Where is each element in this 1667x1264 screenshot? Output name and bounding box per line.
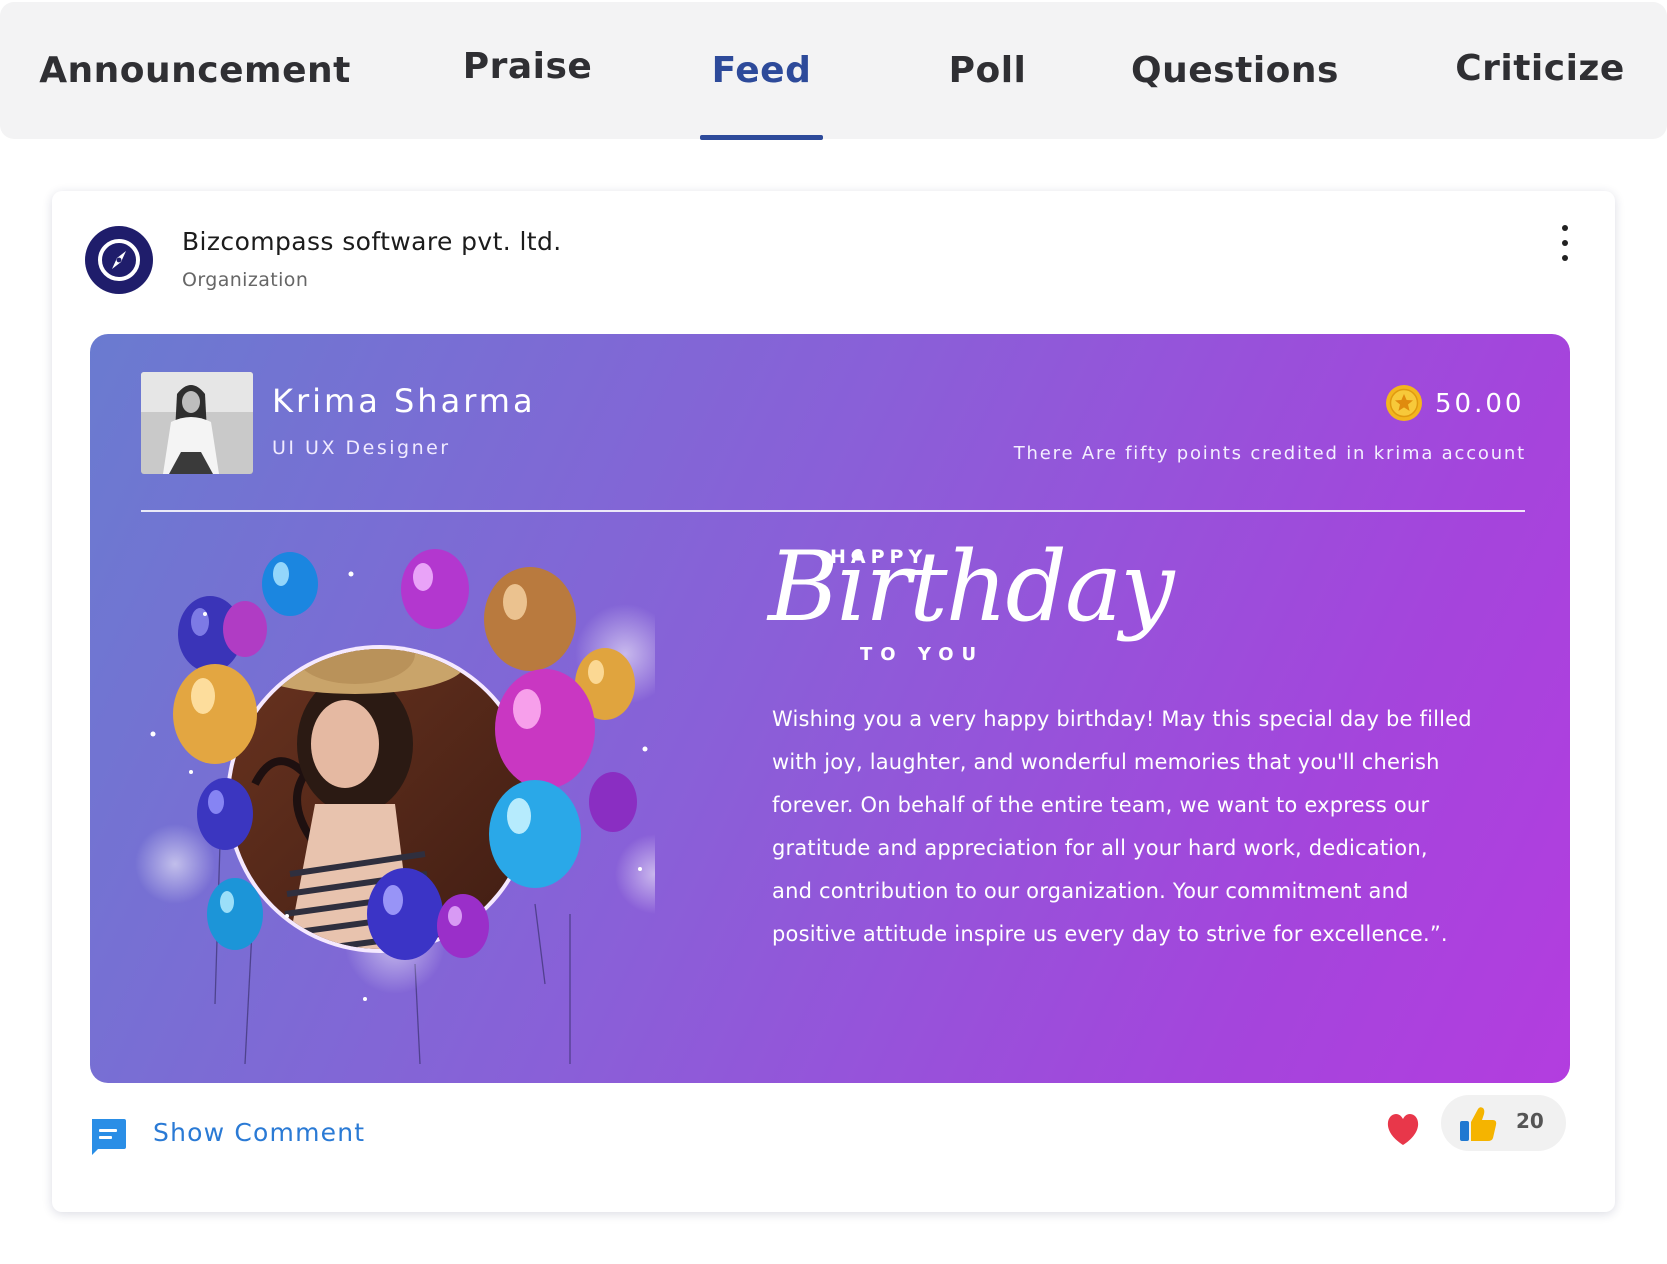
tab-feed[interactable]: Feed bbox=[700, 2, 823, 139]
greeting-bottom: TO YOU bbox=[860, 644, 985, 665]
coin-star-icon bbox=[1385, 384, 1423, 422]
points-note: There Are fifty points credited in krima… bbox=[1013, 443, 1526, 464]
tab-bar: Announcement Praise Feed Poll Questions … bbox=[0, 0, 1667, 140]
thumbs-up-icon bbox=[1459, 1105, 1499, 1143]
birthday-balloons-image bbox=[115, 544, 695, 1065]
kebab-menu-icon[interactable] bbox=[1555, 225, 1575, 261]
tab-praise[interactable]: Praise bbox=[450, 0, 605, 135]
greeting-main: Birthday bbox=[768, 531, 1174, 643]
tab-announcement[interactable]: Announcement bbox=[39, 2, 350, 139]
active-tab-indicator bbox=[700, 135, 823, 140]
points-value: 50.00 bbox=[1435, 389, 1525, 419]
tab-poll[interactable]: Poll bbox=[925, 2, 1050, 139]
heart-icon[interactable] bbox=[1385, 1113, 1421, 1147]
banner-divider bbox=[141, 510, 1525, 512]
comment-icon[interactable] bbox=[88, 1116, 128, 1156]
person-name: Krima Sharma bbox=[272, 382, 536, 420]
birthday-banner: Krima Sharma UI UX Designer 50.00 There … bbox=[90, 334, 1570, 1083]
greeting-top: HAPPY bbox=[830, 546, 928, 568]
feed-post-card: Bizcompass software pvt. ltd. Organizati… bbox=[52, 191, 1615, 1212]
org-name[interactable]: Bizcompass software pvt. ltd. bbox=[182, 227, 562, 256]
org-type: Organization bbox=[182, 269, 309, 291]
compass-icon[interactable] bbox=[85, 226, 153, 294]
like-button[interactable]: 20 bbox=[1441, 1095, 1566, 1151]
tab-questions[interactable]: Questions bbox=[1130, 2, 1340, 139]
tab-criticize[interactable]: Criticize bbox=[1450, 0, 1630, 137]
birthday-message: Wishing you a very happy birthday! May t… bbox=[772, 707, 1472, 946]
like-count: 20 bbox=[1516, 1109, 1544, 1133]
show-comment-link[interactable]: Show Comment bbox=[153, 1118, 365, 1147]
person-avatar[interactable] bbox=[141, 372, 253, 474]
person-role: UI UX Designer bbox=[272, 437, 451, 459]
